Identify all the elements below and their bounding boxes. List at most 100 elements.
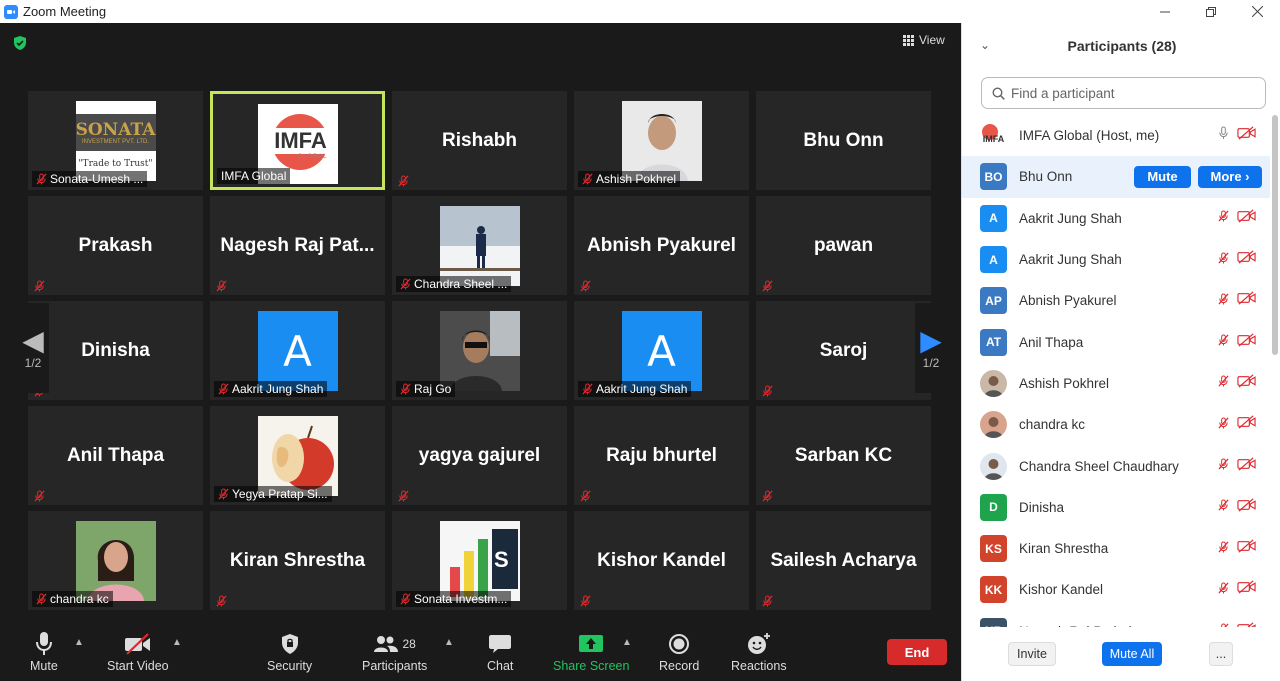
video-tile[interactable]: Rishabh [392, 91, 567, 190]
video-tile[interactable]: Ashish Pokhrel [574, 91, 749, 190]
participant-search-input[interactable]: Find a participant [981, 77, 1266, 109]
video-tile[interactable]: Chandra Sheel ... [392, 196, 567, 295]
video-tile[interactable]: Dinisha [28, 301, 203, 400]
video-tile[interactable]: Kishor Kandel [574, 511, 749, 610]
mic-muted-icon [36, 173, 47, 185]
tile-name-label: Sonata Investm... [396, 591, 512, 607]
participants-button[interactable]: 28 Participants [362, 629, 427, 673]
view-button[interactable]: View [903, 33, 945, 47]
video-options-caret[interactable]: ▲ [172, 637, 182, 648]
video-tile[interactable]: Sailesh Acharya [756, 511, 931, 610]
video-tile[interactable]: Abnish Pyakurel [574, 196, 749, 295]
participant-row[interactable]: AP Abnish Pyakurel [962, 280, 1270, 321]
zoom-app-icon [4, 4, 18, 19]
participant-row[interactable]: A Aakrit Jung Shah [962, 239, 1270, 280]
audio-options-caret[interactable]: ▲ [74, 637, 84, 648]
mic-muted-icon [762, 384, 774, 397]
tile-name-label: Raj Go [396, 381, 456, 397]
participants-options-caret[interactable]: ▲ [444, 637, 454, 648]
video-tile[interactable]: yagya gajurel [392, 406, 567, 505]
video-tile[interactable]: IMFA GLOBAL IMFA Global [210, 91, 385, 190]
participants-footer: Invite Mute All ... [962, 637, 1280, 677]
next-page-button[interactable]: ▶ 1/2 [915, 303, 947, 393]
meeting-toolbar: Mute ▲ Start Video ▲ Security 28 Partici… [0, 623, 961, 681]
car-photo [439, 311, 520, 391]
tile-name-label: IMFA Global [217, 168, 291, 184]
participant-row[interactable]: AT Anil Thapa [962, 321, 1270, 362]
mic-muted-icon [216, 279, 228, 292]
participant-row[interactable]: IMFA IMFA Global (Host, me) [962, 115, 1270, 156]
video-tile[interactable]: S Sonata Investm... [392, 511, 567, 610]
video-tile[interactable]: Raju bhurtel [574, 406, 749, 505]
participant-row[interactable]: NR Nagesh Raj Pathak [962, 611, 1270, 627]
restore-button[interactable] [1188, 0, 1234, 23]
participant-avatar: AT [980, 328, 1007, 356]
participant-row[interactable]: chandra kc [962, 404, 1270, 445]
participant-row[interactable]: D Dinisha [962, 487, 1270, 528]
more-options-button[interactable]: ... [1209, 642, 1233, 666]
mic-muted-icon [582, 383, 593, 395]
participant-row[interactable]: A Aakrit Jung Shah [962, 198, 1270, 239]
encryption-shield-icon[interactable] [12, 35, 28, 51]
participant-name: Abnish Pyakurel [1019, 293, 1117, 309]
mic-muted-icon [1218, 209, 1229, 227]
smiley-plus-icon [747, 633, 770, 654]
participant-mute-button[interactable]: Mute [1134, 165, 1191, 188]
video-off-icon [124, 633, 150, 655]
participant-display-name: Prakash [78, 234, 153, 256]
tile-participant-name: Aakrit Jung Shah [232, 382, 324, 396]
end-meeting-button[interactable]: End [887, 639, 947, 665]
record-button[interactable]: Record [659, 629, 699, 673]
participant-row[interactable]: KS Kiran Shrestha [962, 528, 1270, 569]
participant-more-button[interactable]: More › [1198, 165, 1262, 188]
video-tile[interactable]: Raj Go [392, 301, 567, 400]
invite-button[interactable]: Invite [1008, 642, 1056, 666]
chat-button[interactable]: Chat [487, 629, 513, 673]
avatar-logo-text: IMFA [982, 133, 1005, 144]
share-options-caret[interactable]: ▲ [622, 637, 632, 648]
video-tile[interactable]: chandra kc [28, 511, 203, 610]
mic-muted-icon [1218, 374, 1229, 392]
close-window-button[interactable] [1234, 0, 1280, 23]
share-screen-button[interactable]: Share Screen [553, 629, 629, 673]
participant-row[interactable]: Ashish Pokhrel [962, 363, 1270, 404]
video-tile[interactable]: SONATA INVESTMENT PVT. LTD. "Trade to Tr… [28, 91, 203, 190]
video-tile[interactable]: A Aakrit Jung Shah [574, 301, 749, 400]
video-tile[interactable]: Anil Thapa [28, 406, 203, 505]
share-screen-icon [579, 635, 604, 652]
participants-panel: ⌄ Participants (28) Find a participant I… [961, 23, 1280, 681]
avatar-a: A [257, 311, 338, 391]
participant-row[interactable]: KK Kishor Kandel [962, 569, 1270, 610]
video-off-icon [1237, 332, 1256, 352]
reactions-button[interactable]: Reactions [731, 629, 787, 673]
participant-row[interactable]: Chandra Sheel Chaudhary [962, 445, 1270, 486]
video-tile[interactable]: Prakash [28, 196, 203, 295]
video-tile[interactable]: Yegya Pratap Si... [210, 406, 385, 505]
minimize-button[interactable] [1142, 0, 1188, 23]
video-off-icon [1237, 415, 1256, 434]
collapse-chevron-icon[interactable]: ⌄ [980, 38, 990, 52]
mic-muted-icon [580, 489, 592, 502]
tile-name-label: Sonata-Umesh ... [32, 171, 148, 187]
start-video-button[interactable]: Start Video [107, 629, 169, 673]
video-tile[interactable]: Sarban KC [756, 406, 931, 505]
mic-muted-icon [216, 594, 228, 607]
video-tile[interactable]: Kiran Shrestha [210, 511, 385, 610]
video-tile[interactable]: Bhu Onn [756, 91, 931, 190]
video-tile[interactable]: A Aakrit Jung Shah [210, 301, 385, 400]
participant-avatar: D [980, 493, 1007, 521]
participant-list-scrollbar[interactable] [1272, 115, 1278, 355]
window-title: Zoom Meeting [23, 4, 107, 19]
prev-page-button[interactable]: ◀ 1/2 [17, 303, 49, 393]
participant-row[interactable]: BO Bhu Onn Mute More › [962, 156, 1270, 198]
video-tile[interactable]: Nagesh Raj Pat... [210, 196, 385, 295]
mute-button[interactable]: Mute [30, 629, 58, 673]
video-tile[interactable]: pawan [756, 196, 931, 295]
participant-display-name: Bhu Onn [803, 129, 884, 151]
video-tile[interactable]: Saroj [756, 301, 931, 400]
participant-display-name: Raju bhurtel [606, 444, 717, 466]
record-label: Record [659, 659, 700, 673]
security-button[interactable]: Security [267, 629, 312, 673]
mute-all-button[interactable]: Mute All [1102, 642, 1162, 666]
video-off-icon [1237, 622, 1256, 627]
